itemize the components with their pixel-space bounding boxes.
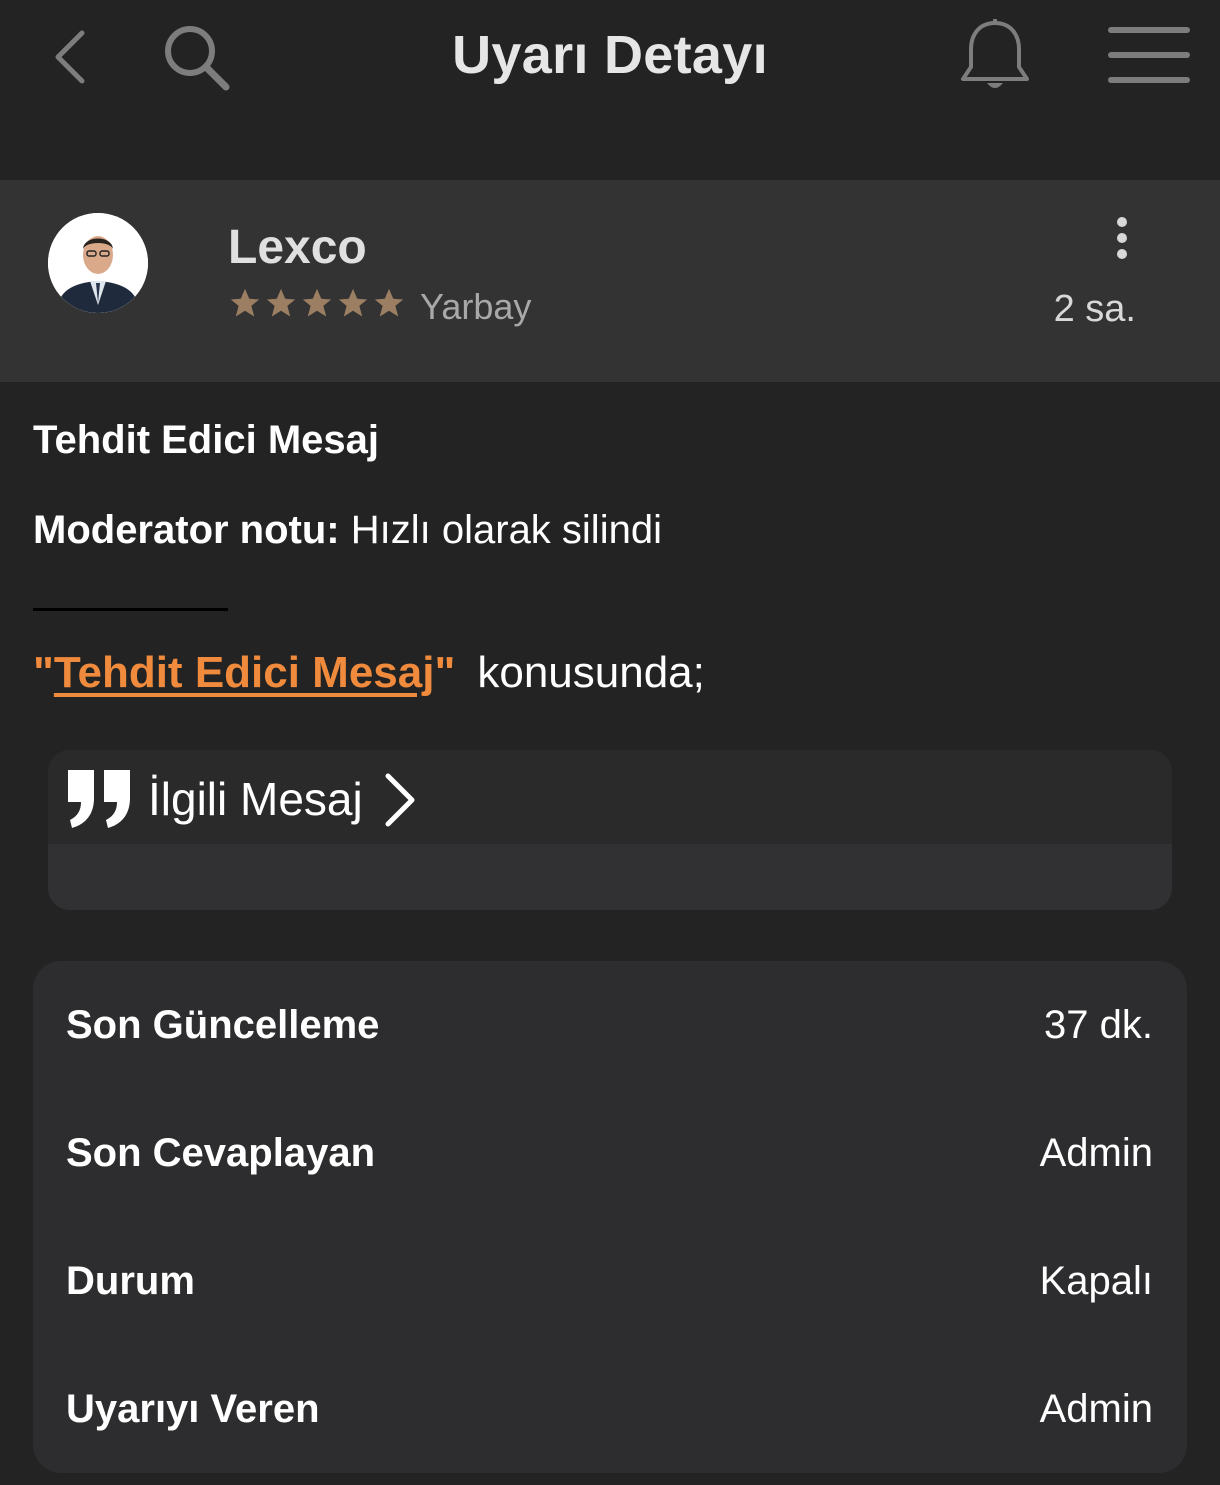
topic-close-quote: " [434, 648, 456, 697]
moderator-note-label: Moderator notu: [33, 508, 340, 552]
topic-link[interactable]: Tehdit Edici Mesaj [54, 648, 435, 697]
detail-value: Admin [1039, 1131, 1153, 1175]
user-card: Lexco Yarbay 2 sa. [0, 180, 1220, 382]
notifications-button[interactable] [952, 14, 1038, 100]
top-bar: Uyarı Detayı [0, 0, 1220, 180]
warning-title: Tehdit Edici Mesaj [33, 418, 379, 462]
star-icon [374, 288, 404, 317]
topic-line: "Tehdit Edici Mesaj" konusunda; [33, 648, 705, 698]
topic-open-quote: " [33, 648, 54, 697]
username[interactable]: Lexco [228, 220, 367, 275]
person-icon [48, 213, 148, 313]
star-icon [302, 288, 332, 317]
related-message-card[interactable]: İlgili Mesaj [48, 750, 1172, 910]
quote-icon [68, 770, 130, 828]
menu-button[interactable] [1105, 22, 1193, 88]
detail-label: Son Güncelleme [66, 1003, 380, 1047]
detail-label: Son Cevaplayan [66, 1131, 376, 1175]
more-vertical-icon [1117, 217, 1127, 259]
detail-row-last-update: Son Güncelleme 37 dk. [33, 961, 1187, 1089]
detail-value: 37 dk. [1044, 1003, 1153, 1047]
divider [33, 608, 228, 611]
bell-icon [961, 19, 1029, 88]
moderator-note-text: Hızlı olarak silindi [350, 508, 662, 552]
detail-value: Admin [1039, 1387, 1153, 1431]
star-icon [230, 288, 260, 317]
detail-row-last-replier: Son Cevaplayan Admin [33, 1089, 1187, 1217]
topic-suffix: konusunda; [477, 648, 705, 697]
star-icon [338, 288, 368, 317]
hamburger-menu-icon [1108, 27, 1190, 83]
detail-label: Uyarıyı Veren [66, 1387, 320, 1431]
more-options-button[interactable] [1104, 216, 1140, 264]
moderator-note: Moderator notu: Hızlı olarak silindi [33, 508, 662, 553]
rating-stars [228, 286, 406, 320]
chevron-right-icon [385, 773, 415, 827]
detail-row-issuer: Uyarıyı Veren Admin [33, 1345, 1187, 1473]
detail-row-status: Durum Kapalı [33, 1217, 1187, 1345]
details-card: Son Güncelleme 37 dk. Son Cevaplayan Adm… [33, 961, 1187, 1473]
related-message-label: İlgili Mesaj [148, 773, 363, 825]
star-icon [266, 288, 296, 317]
detail-label: Durum [66, 1259, 195, 1303]
post-time: 2 sa. [1053, 288, 1136, 330]
avatar[interactable] [48, 213, 148, 313]
detail-value: Kapalı [1039, 1259, 1153, 1303]
user-rank: Yarbay [420, 286, 532, 327]
